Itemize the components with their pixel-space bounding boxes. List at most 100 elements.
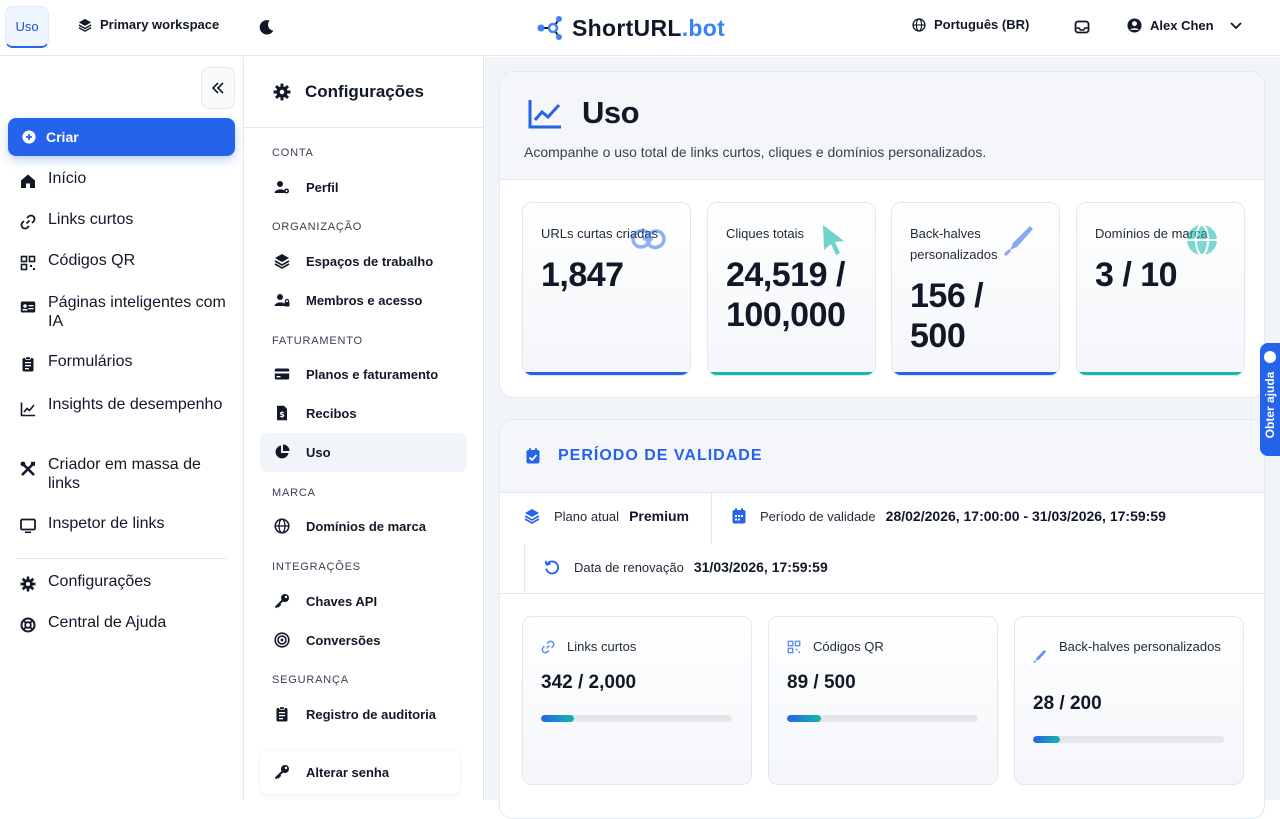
- brand-main: ShortURL: [572, 14, 682, 41]
- renewal-row: Data de renovação 31/03/2026, 17:59:59: [544, 559, 828, 575]
- credit-card-icon: [274, 368, 290, 380]
- brand-logo[interactable]: ShortURL.bot: [536, 14, 725, 42]
- pen-icon: [1033, 649, 1047, 663]
- page-title: Uso: [582, 95, 640, 130]
- divider: [500, 593, 1264, 594]
- usage-value: 28 / 200: [1033, 693, 1102, 714]
- workspace-selector[interactable]: Primary workspace: [78, 17, 219, 32]
- settings-item-uso[interactable]: Uso: [274, 444, 331, 460]
- settings-item-espacos[interactable]: Espaços de trabalho: [274, 253, 433, 269]
- settings-item-auditoria[interactable]: Registro de auditoria: [274, 706, 436, 722]
- inbox-icon[interactable]: [1074, 19, 1090, 35]
- link-icon: [631, 228, 666, 250]
- stat-value-line2: 500: [910, 317, 966, 355]
- divider: [524, 544, 525, 592]
- settings-item-recibos[interactable]: $ Recibos: [274, 405, 357, 421]
- sidebar-item-criador-massa[interactable]: Criador em massa de links: [20, 455, 230, 493]
- usage-label-row: Back-halves personalizados: [1033, 636, 1233, 663]
- qr-icon: [20, 255, 36, 271]
- gear-icon: [20, 576, 36, 592]
- settings-item-label: Espaços de trabalho: [306, 253, 434, 269]
- stat-value: 3 / 10: [1095, 256, 1178, 294]
- cursor-icon: [823, 225, 844, 255]
- sidebar-item-formularios[interactable]: Formulários: [20, 353, 132, 372]
- usage-label: Back-halves personalizados: [1059, 639, 1221, 654]
- collapse-sidebar-button[interactable]: [201, 67, 235, 109]
- usage-progress-track: [541, 715, 732, 722]
- sidebar-item-label: Criador em massa de links: [48, 456, 201, 492]
- sidebar-item-paginas-ia[interactable]: Páginas inteligentes com IA: [20, 293, 230, 331]
- key-icon: [274, 594, 289, 609]
- plan-value: Premium: [629, 508, 689, 524]
- period-title: PERÍODO DE VALIDADE: [558, 447, 763, 464]
- globe-icon: [274, 518, 290, 534]
- stat-value-line2: 100,000: [726, 296, 846, 334]
- usage-tab[interactable]: Uso: [5, 6, 49, 48]
- settings-item-label: Uso: [306, 444, 331, 460]
- usage-label-row: Links curtos: [541, 636, 741, 657]
- help-tab[interactable]: Obter ajuda: [1260, 343, 1280, 456]
- sidebar-item-inspetor[interactable]: Inspetor de links: [20, 515, 165, 534]
- section-conta: CONTA: [272, 147, 314, 159]
- settings-item-membros[interactable]: Membros e acesso: [274, 292, 422, 308]
- sidebar-item-links-curtos[interactable]: Links curtos: [20, 211, 133, 230]
- sidebar-item-configuracoes[interactable]: Configurações: [20, 573, 151, 592]
- usage-card-backhalves: Back-halves personalizados 28 / 200: [1014, 616, 1244, 785]
- settings-item-conversoes[interactable]: Conversões: [274, 632, 380, 648]
- layers-icon: [78, 18, 92, 32]
- change-password-button[interactable]: Alterar senha: [260, 750, 460, 794]
- stat-value: 156 /: [910, 277, 984, 315]
- change-password-label: Alterar senha: [306, 764, 390, 780]
- link-icon: [541, 640, 555, 654]
- calendar-check-icon: [526, 448, 540, 464]
- settings-item-dominios[interactable]: Domínios de marca: [274, 518, 426, 534]
- usage-label: Links curtos: [567, 639, 637, 654]
- chart-line-icon: [20, 402, 35, 417]
- settings-item-label: Chaves API: [306, 593, 378, 609]
- sidebar-item-central-ajuda[interactable]: Central de Ajuda: [20, 614, 166, 633]
- sidebar-item-label: Páginas inteligentes com IA: [48, 294, 226, 330]
- language-label: Português (BR): [934, 17, 1030, 32]
- user-gear-icon: [274, 181, 289, 194]
- usage-tab-label: Uso: [15, 19, 39, 34]
- chevron-down-icon: [1229, 22, 1242, 30]
- plus-circle-icon: [22, 130, 36, 144]
- tools-icon: [20, 461, 35, 476]
- stat-card-urls: URLs curtas criadas 1,847: [522, 202, 691, 376]
- sidebar-item-label: Configurações: [48, 573, 152, 590]
- sidebar-item-codigos-qr[interactable]: Códigos QR: [20, 252, 135, 271]
- usage-value: 342 / 2,000: [541, 672, 637, 693]
- chart-line-icon: [528, 100, 561, 129]
- clipboard-icon: [276, 706, 288, 722]
- stat-card-clicks: Cliques totais 24,519 / 100,000: [707, 202, 876, 376]
- layers-icon: [274, 254, 290, 269]
- usage-progress-fill: [787, 715, 821, 722]
- settings-item-label: Perfil: [306, 179, 339, 195]
- settings-item-planos[interactable]: Planos e faturamento: [274, 366, 438, 382]
- monitor-icon: [20, 518, 36, 534]
- create-button[interactable]: Criar: [8, 118, 235, 156]
- current-plan-row: Plano atual Premium: [524, 508, 689, 524]
- renewal-label: Data de renovação: [574, 559, 684, 575]
- settings-title: Configurações: [305, 82, 425, 101]
- validity-period-card: PERÍODO DE VALIDADE Plano atual Premium …: [499, 419, 1265, 819]
- section-integracoes: INTEGRAÇÕES: [272, 561, 361, 573]
- sidebar-item-label: Início: [48, 170, 87, 187]
- settings-item-perfil[interactable]: Perfil: [274, 179, 339, 195]
- usage-card: Uso Acompanhe o uso total de links curto…: [499, 71, 1265, 398]
- stat-accent-bar: [708, 372, 875, 375]
- validity-label: Período de validade: [760, 508, 876, 524]
- settings-item-chaves[interactable]: Chaves API: [274, 593, 377, 609]
- user-menu[interactable]: Alex Chen: [1127, 17, 1244, 33]
- receipt-icon: $: [277, 405, 287, 421]
- section-marca: MARCA: [272, 487, 316, 499]
- language-selector[interactable]: Português (BR): [912, 17, 1029, 32]
- moon-icon[interactable]: [258, 16, 276, 38]
- sidebar-item-insights[interactable]: Insights de desempenho: [20, 395, 222, 417]
- stat-card-backhalves: Back-halves personalizados 156 / 500: [891, 202, 1060, 376]
- settings-item-label: Recibos: [306, 405, 357, 421]
- sidebar-item-inicio[interactable]: Início: [20, 170, 86, 189]
- key-icon: [274, 765, 289, 780]
- link-icon: [20, 214, 36, 230]
- section-faturamento: FATURAMENTO: [272, 335, 363, 347]
